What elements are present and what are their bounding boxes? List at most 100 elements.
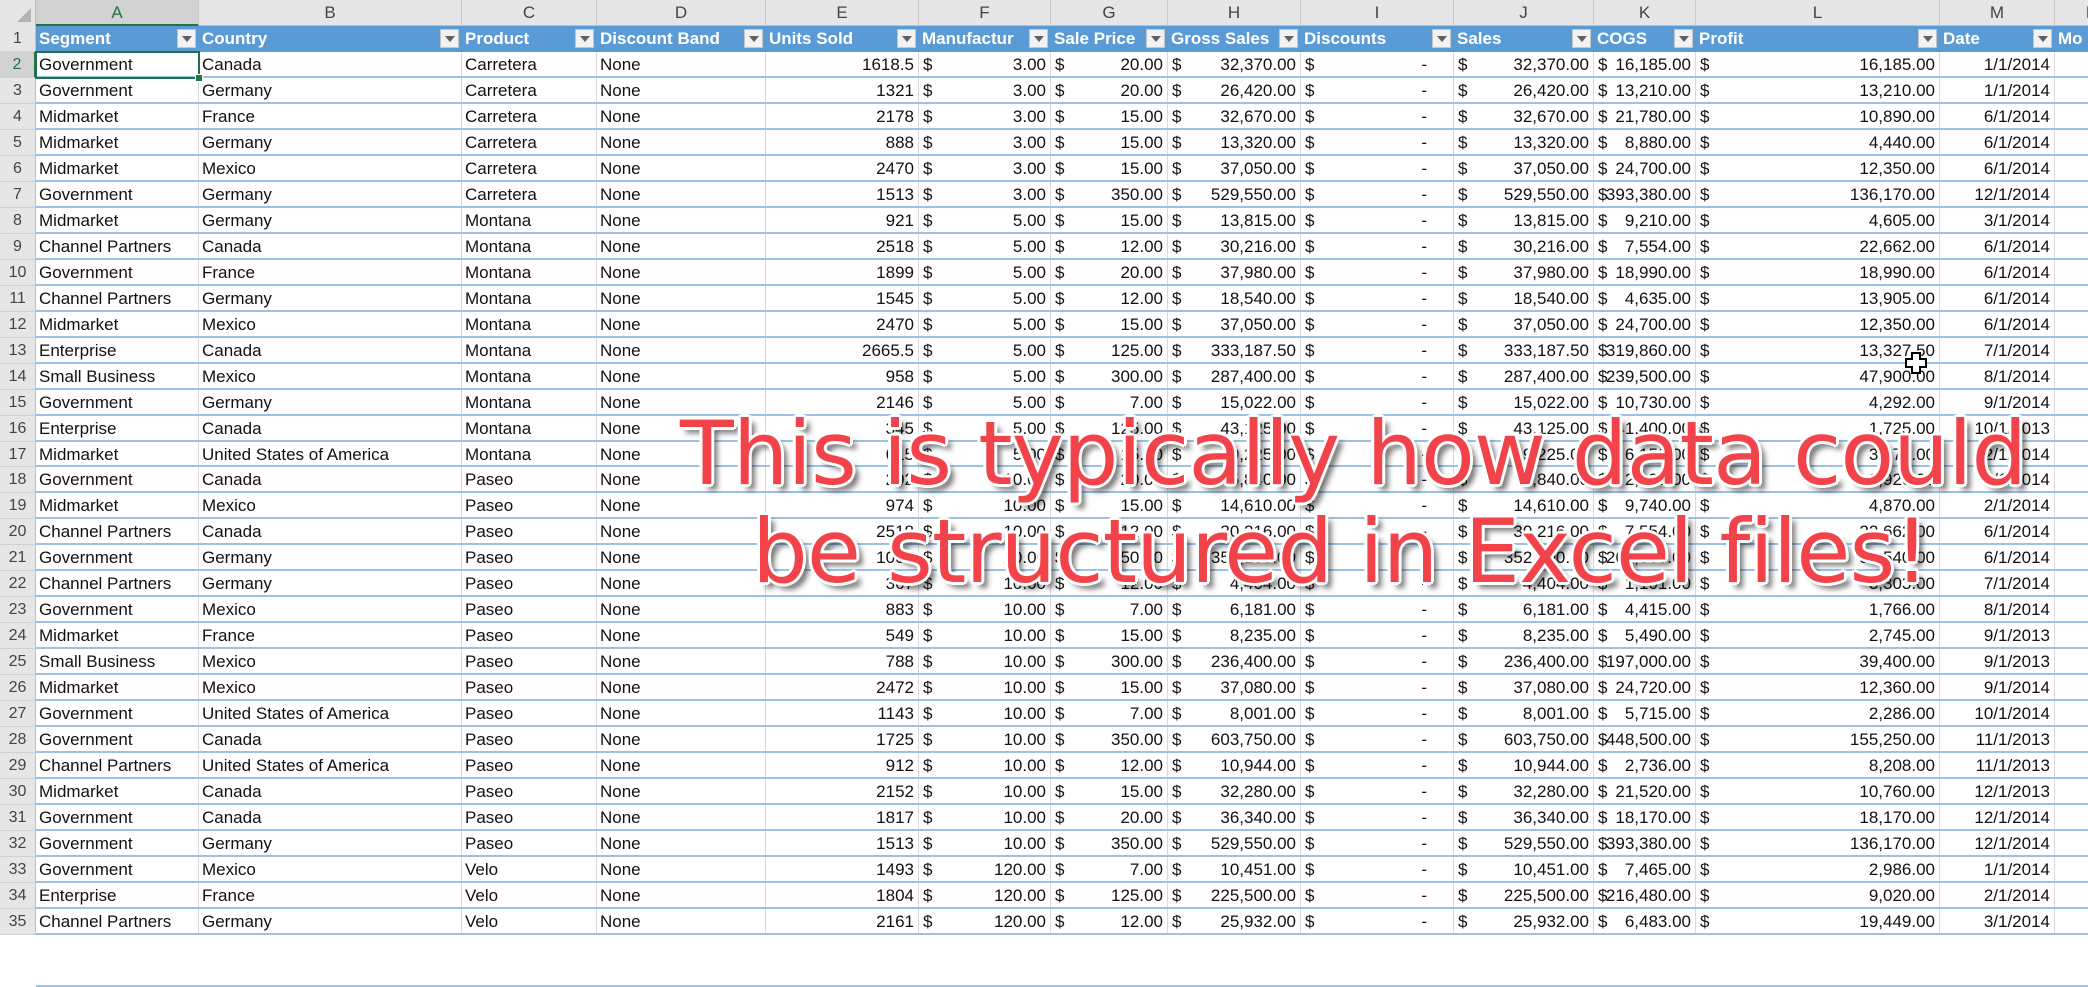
data-cell[interactable]: $ - [1301,337,1454,362]
data-cell[interactable]: $10.00 [919,805,1051,830]
data-cell[interactable]: Government [36,77,199,102]
row-header-35[interactable]: 35 [0,908,36,935]
data-cell[interactable]: 12/1/2013 [1940,779,2055,804]
data-cell[interactable]: 1/1/2014 [1940,857,2055,881]
data-cell[interactable]: $5.00 [919,337,1051,362]
data-cell[interactable]: 12/1/2014 [1940,831,2055,856]
data-cell[interactable]: $197,000.00 [1594,649,1696,674]
row-header-30[interactable]: 30 [0,779,36,806]
data-cell[interactable]: $15.00 [1051,675,1168,700]
data-cell[interactable]: France [199,103,462,128]
data-cell[interactable]: $ - [1301,155,1454,180]
data-cell[interactable]: $6,181.00 [1168,597,1301,622]
data-cell[interactable]: $12,360.00 [1696,675,1940,700]
data-cell[interactable]: None [597,77,766,102]
data-cell[interactable]: $333,187.50 [1454,337,1594,362]
row-header-6[interactable]: 6 [0,155,36,182]
data-cell[interactable]: Mexico [199,675,462,700]
data-cell[interactable]: 1817 [766,805,919,830]
data-cell[interactable]: $ - [1301,649,1454,674]
data-cell[interactable]: $15.00 [1051,779,1168,804]
data-cell[interactable]: 549 [766,623,919,648]
row-header-29[interactable]: 29 [0,753,36,780]
data-cell[interactable]: $43,125.00 [1454,415,1594,440]
data-cell[interactable]: Small Business [36,649,199,674]
data-cell[interactable]: Germany [199,908,462,933]
data-cell[interactable]: None [597,233,766,258]
data-cell[interactable]: $30,216.00 [1454,233,1594,258]
data-cell[interactable]: Carretera [462,181,597,206]
data-cell[interactable]: Midmarket [36,311,199,336]
data-cell[interactable]: $8,001.00 [1168,701,1301,726]
row-header-10[interactable]: 10 [0,259,36,286]
data-cell[interactable]: 2665.5 [766,337,919,362]
data-cell[interactable]: Velo [462,857,597,881]
data-cell[interactable]: $261,560.00 [1594,545,1696,570]
data-cell[interactable]: None [597,908,766,933]
data-cell[interactable]: $32,370.00 [1454,51,1594,76]
data-cell[interactable]: $ - [1301,233,1454,258]
header-cell[interactable]: Units Sold [766,26,919,52]
data-cell[interactable]: $15.00 [1051,129,1168,154]
data-cell[interactable]: $603,750.00 [1168,727,1301,752]
data-cell[interactable]: $5.00 [919,389,1051,414]
column-header-c[interactable]: C [462,0,597,26]
data-cell[interactable]: $448,500.00 [1594,727,1696,752]
data-cell[interactable]: $5,840.00 [1168,467,1301,492]
data-cell[interactable] [2055,182,2088,206]
data-cell[interactable]: $352,100.00 [1168,545,1301,570]
data-cell[interactable]: $1,101.00 [1594,571,1696,596]
data-cell[interactable]: None [597,779,766,804]
row-header-8[interactable]: 8 [0,207,36,234]
data-cell[interactable]: $12.00 [1051,233,1168,258]
header-cell[interactable]: COGS [1594,26,1696,52]
header-cell[interactable]: Gross Sales [1168,26,1301,52]
data-cell[interactable]: $8,001.00 [1454,701,1594,726]
data-cell[interactable]: None [597,103,766,128]
data-cell[interactable]: 10/1/2013 [1940,415,2055,440]
data-cell[interactable]: $350.00 [1051,727,1168,752]
column-header-b[interactable]: B [199,0,462,26]
row-header-21[interactable]: 21 [0,545,36,572]
data-cell[interactable]: $ - [1301,207,1454,232]
data-cell[interactable]: $ - [1301,441,1454,466]
data-cell[interactable]: $20.00 [1051,77,1168,102]
data-cell[interactable]: $350.00 [1051,181,1168,206]
filter-dropdown-icon[interactable] [1674,29,1693,48]
data-cell[interactable]: $5.00 [919,207,1051,232]
data-cell[interactable]: Paseo [462,701,597,726]
data-cell[interactable]: $236,400.00 [1454,649,1594,674]
data-cell[interactable]: 1804 [766,883,919,907]
data-cell[interactable]: $15.00 [1051,155,1168,180]
data-cell[interactable] [2055,156,2088,180]
data-cell[interactable]: $4,415.00 [1594,597,1696,622]
data-cell[interactable]: $529,550.00 [1454,181,1594,206]
data-cell[interactable]: 12/1/2014 [1940,441,2055,466]
data-cell[interactable]: $ - [1301,311,1454,336]
data-cell[interactable]: None [597,337,766,362]
data-cell[interactable]: $26,420.00 [1168,77,1301,102]
data-cell[interactable]: 1545 [766,285,919,310]
data-cell[interactable]: $136,170.00 [1696,181,1940,206]
data-cell[interactable]: $37,980.00 [1168,259,1301,284]
data-cell[interactable]: None [597,259,766,284]
data-cell[interactable]: 367 [766,571,919,596]
row-header-11[interactable]: 11 [0,285,36,312]
data-cell[interactable]: $1,766.00 [1696,597,1940,622]
row-header-5[interactable]: 5 [0,129,36,156]
data-cell[interactable]: $3.00 [919,51,1051,76]
data-cell[interactable]: $2,920.00 [1594,467,1696,492]
data-cell[interactable]: $8,235.00 [1168,623,1301,648]
data-cell[interactable]: $225,500.00 [1454,883,1594,907]
data-cell[interactable]: $32,670.00 [1454,103,1594,128]
data-cell[interactable]: $ - [1301,831,1454,856]
data-cell[interactable]: $ - [1301,389,1454,414]
data-cell[interactable]: $10,944.00 [1454,753,1594,778]
column-header-h[interactable]: H [1168,0,1301,26]
data-cell[interactable]: None [597,623,766,648]
header-cell[interactable]: Manufactur [919,26,1051,52]
row-header-26[interactable]: 26 [0,675,36,702]
data-cell[interactable]: Government [36,545,199,570]
data-cell[interactable]: $7,554.00 [1594,519,1696,544]
data-cell[interactable]: Mexico [199,155,462,180]
